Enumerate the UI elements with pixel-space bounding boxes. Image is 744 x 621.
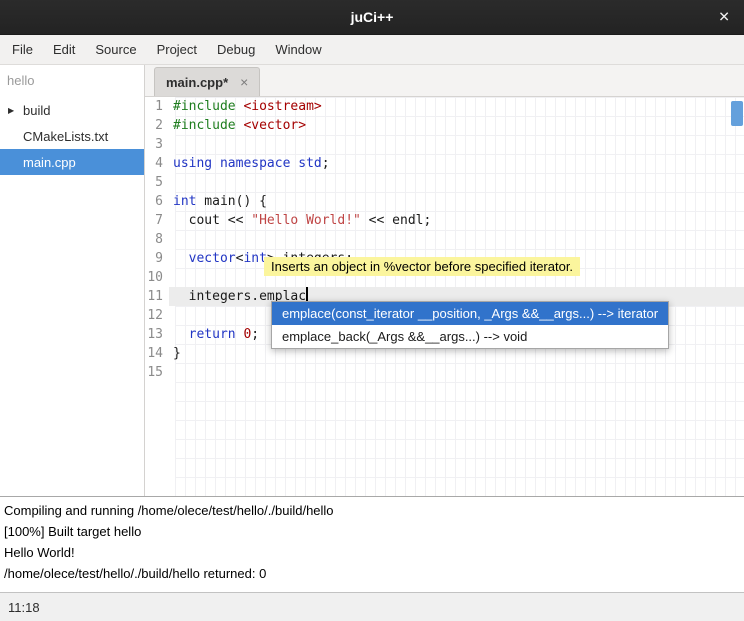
output-line: Hello World!: [4, 542, 740, 563]
line-number: 2: [145, 116, 169, 135]
code-token: using: [173, 156, 212, 171]
code-text: [169, 363, 744, 382]
code-token: std: [298, 156, 321, 171]
code-token: #include: [173, 99, 236, 114]
project-name: hello: [0, 67, 144, 97]
code-text: using namespace std;: [169, 154, 744, 173]
code-token: #include: [173, 118, 236, 133]
window-title: juCi++: [351, 9, 394, 25]
output-line: /home/olece/test/hello/./build/hello ret…: [4, 563, 740, 584]
code-line[interactable]: 7 cout << "Hello World!" << endl;: [145, 211, 744, 230]
code-line[interactable]: 5: [145, 173, 744, 192]
code-token: <iostream>: [243, 99, 321, 114]
line-number: 3: [145, 135, 169, 154]
line-number: 9: [145, 249, 169, 268]
close-icon[interactable]: ✕: [718, 9, 730, 26]
menu-item-file[interactable]: File: [2, 35, 43, 64]
code-token: <vector>: [243, 118, 306, 133]
output-line: Compiling and running /home/olece/test/h…: [4, 500, 740, 521]
menu-item-source[interactable]: Source: [85, 35, 146, 64]
code-token: "Hello World!": [251, 213, 361, 228]
scrollbar-thumb[interactable]: [731, 101, 743, 126]
line-number: 7: [145, 211, 169, 230]
code-token: main() {: [196, 194, 266, 209]
code-text: #include <iostream>: [169, 97, 744, 116]
line-number: 15: [145, 363, 169, 382]
autocomplete-item[interactable]: emplace_back(_Args &&__args...) --> void: [272, 325, 668, 348]
line-number: 8: [145, 230, 169, 249]
code-text: [169, 135, 744, 154]
menu-item-project[interactable]: Project: [147, 35, 207, 64]
autocomplete-item[interactable]: emplace(const_iterator __position, _Args…: [272, 302, 668, 325]
tree-item-cmakelists-txt[interactable]: CMakeLists.txt: [0, 123, 144, 149]
code-line[interactable]: 8: [145, 230, 744, 249]
status-bar: 11:18: [0, 592, 744, 621]
output-panel: Compiling and running /home/olece/test/h…: [0, 496, 744, 592]
tab-close-icon[interactable]: ×: [240, 74, 248, 90]
code-token: [212, 156, 220, 171]
line-number: 14: [145, 344, 169, 363]
editor-area: main.cpp* × 1#include <iostream>2#includ…: [145, 65, 744, 496]
code-editor[interactable]: 1#include <iostream>2#include <vector>34…: [145, 97, 744, 496]
line-number: 6: [145, 192, 169, 211]
tab-label: main.cpp*: [166, 75, 228, 90]
line-number: 4: [145, 154, 169, 173]
main-area: hello ▶ build CMakeLists.txt main.cpp main.…: [0, 65, 744, 496]
code-line[interactable]: 1#include <iostream>: [145, 97, 744, 116]
line-number: 10: [145, 268, 169, 287]
cursor-position: 11:18: [8, 600, 40, 615]
title-bar: juCi++ ✕: [0, 0, 744, 35]
tree-item-build[interactable]: ▶ build: [0, 97, 144, 123]
code-text: [169, 173, 744, 192]
line-number: 1: [145, 97, 169, 116]
tab-bar: main.cpp* ×: [145, 65, 744, 97]
code-token: [173, 251, 189, 266]
code-token: vector: [189, 251, 236, 266]
line-number: 5: [145, 173, 169, 192]
code-token: namespace: [220, 156, 290, 171]
line-number: 12: [145, 306, 169, 325]
tree-item-label: main.cpp: [23, 155, 76, 170]
code-line[interactable]: 2#include <vector>: [145, 116, 744, 135]
code-text: #include <vector>: [169, 116, 744, 135]
file-sidebar: hello ▶ build CMakeLists.txt main.cpp: [0, 65, 145, 496]
tree-item-label: build: [23, 103, 50, 118]
code-line[interactable]: 4using namespace std;: [145, 154, 744, 173]
code-line[interactable]: 3: [145, 135, 744, 154]
code-token: }: [173, 346, 181, 361]
tree-item-main-cpp[interactable]: main.cpp: [0, 149, 144, 175]
autocomplete-popup: emplace(const_iterator __position, _Args…: [271, 301, 669, 349]
output-line: [100%] Built target hello: [4, 521, 740, 542]
code-token: return: [189, 327, 236, 342]
code-token: cout <<: [173, 213, 251, 228]
code-text: cout << "Hello World!" << endl;: [169, 211, 744, 230]
app-window: juCi++ ✕ FileEditSourceProjectDebugWindo…: [0, 0, 744, 621]
line-number: 11: [145, 287, 169, 306]
text-cursor: [306, 287, 308, 302]
code-text: int main() {: [169, 192, 744, 211]
tree-item-label: CMakeLists.txt: [23, 129, 108, 144]
expander-icon[interactable]: ▶: [8, 106, 19, 115]
code-text: [169, 230, 744, 249]
code-line[interactable]: 15: [145, 363, 744, 382]
file-tree: ▶ build CMakeLists.txt main.cpp: [0, 97, 144, 175]
code-line[interactable]: 6int main() {: [145, 192, 744, 211]
code-token: int: [173, 194, 196, 209]
line-number: 13: [145, 325, 169, 344]
menu-item-window[interactable]: Window: [265, 35, 331, 64]
menu-item-debug[interactable]: Debug: [207, 35, 265, 64]
menu-bar: FileEditSourceProjectDebugWindow: [0, 35, 744, 65]
menu-item-edit[interactable]: Edit: [43, 35, 85, 64]
doc-tooltip: Inserts an object in %vector before spec…: [264, 257, 580, 276]
code-token: << endl;: [361, 213, 431, 228]
code-token: ;: [322, 156, 330, 171]
tab-main-cpp[interactable]: main.cpp* ×: [154, 67, 260, 96]
code-token: [173, 327, 189, 342]
code-token: ;: [251, 327, 259, 342]
